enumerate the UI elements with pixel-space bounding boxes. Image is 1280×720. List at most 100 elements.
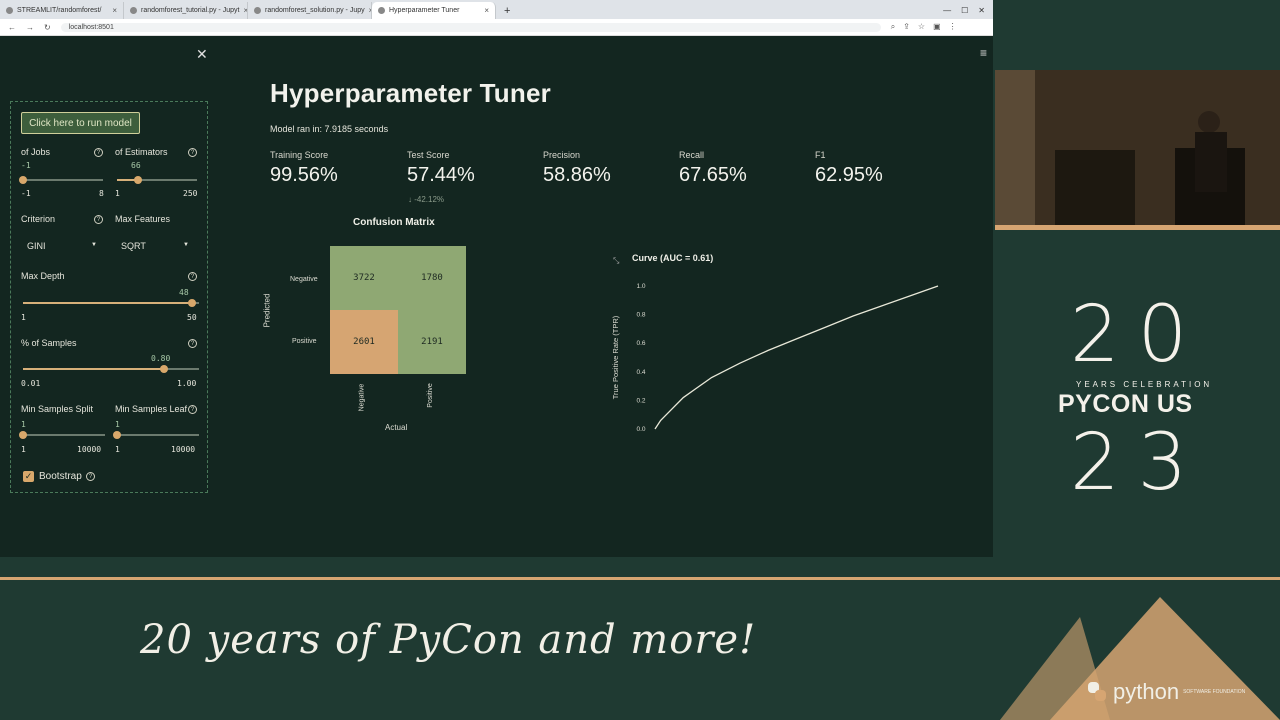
metric-precision: Precision 58.86% — [543, 150, 673, 187]
tab-label: randomforest_tutorial.py - Jupyt — [141, 7, 240, 14]
menu-dots-icon[interactable]: ⋮ — [949, 22, 957, 32]
min-samples-leaf-min: 1 — [115, 445, 120, 454]
chevron-down-icon: ▼ — [91, 242, 97, 248]
help-icon[interactable]: ? — [188, 272, 197, 281]
help-icon[interactable]: ? — [94, 215, 103, 224]
roc-series-line — [654, 285, 939, 430]
max-depth-slider[interactable] — [23, 299, 199, 307]
window-controls: — ☐ ✕ — [935, 2, 993, 19]
n-estimators-slider[interactable] — [117, 176, 197, 184]
slider-fill — [23, 368, 164, 370]
slider-thumb[interactable] — [159, 365, 168, 373]
cm-cell-pos-pos: 2191 — [398, 310, 466, 374]
roc-title: Curve (AUC = 0.61) — [632, 253, 713, 263]
n-jobs-max: 8 — [99, 189, 104, 198]
max-depth-label: Max Depth — [21, 271, 65, 281]
tagline: 20 years of PyCon and more! — [140, 617, 757, 663]
help-icon[interactable]: ? — [188, 339, 197, 348]
tab-tutorial[interactable]: randomforest_tutorial.py - Jupyt × — [124, 2, 248, 19]
n-jobs-value: -1 — [21, 161, 31, 170]
tab-label: randomforest_solution.py - Jupy — [265, 7, 365, 14]
check-icon: ✓ — [24, 471, 33, 481]
min-samples-split-max: 10000 — [77, 445, 102, 454]
run-model-button[interactable]: Click here to run model — [21, 112, 140, 134]
metric-label: Test Score — [407, 150, 450, 160]
browser-window: STREAMLIT/randomforest/ × randomforest_tu… — [0, 0, 993, 557]
slider-fill — [23, 302, 192, 304]
max-features-select[interactable]: SQRT ▼ — [121, 241, 189, 251]
tab-streamlit[interactable]: STREAMLIT/randomforest/ × — [0, 2, 124, 19]
close-window-icon[interactable]: ✕ — [978, 6, 985, 15]
minimize-icon[interactable]: — — [943, 6, 951, 15]
y-tick-label: 0.8 — [636, 312, 645, 319]
min-samples-leaf-slider[interactable] — [113, 431, 199, 439]
extensions-icon[interactable]: ▣ — [933, 22, 941, 32]
tab-close-icon[interactable]: × — [484, 6, 489, 15]
tab-label: Hyperparameter Tuner — [389, 7, 460, 14]
zoom-icon[interactable]: ⌕ — [891, 22, 895, 32]
cm-cell-neg-neg: 3722 — [330, 246, 398, 310]
metric-value: 99.56% — [270, 164, 338, 186]
help-icon[interactable]: ? — [86, 472, 95, 481]
help-icon[interactable]: ? — [94, 148, 103, 157]
min-samples-split-slider[interactable] — [19, 431, 105, 439]
cm-row-label: Positive — [292, 338, 317, 345]
forward-icon[interactable]: → — [26, 23, 34, 32]
streamlit-app: ✕ ≡ Click here to run model of Jobs ? -1… — [0, 36, 993, 557]
year-digits-top: 20 — [1070, 290, 1206, 380]
metric-value: 67.65% — [679, 164, 747, 186]
bootstrap-checkbox[interactable]: ✓ — [23, 471, 34, 482]
cm-col-label: Negative — [358, 383, 366, 412]
tab-close-icon[interactable]: × — [112, 6, 117, 15]
browser-actions: ⌕ ⇪ ☆ ▣ ⋮ — [891, 22, 957, 32]
star-icon[interactable]: ☆ — [918, 22, 925, 32]
max-features-label: Max Features — [115, 214, 171, 224]
criterion-select[interactable]: GINI ▼ — [27, 241, 97, 251]
n-estimators-min: 1 — [115, 189, 120, 198]
max-depth-min: 1 — [21, 313, 26, 322]
metric-f1: F1 62.95% — [815, 150, 945, 187]
maximize-icon[interactable]: ☐ — [961, 6, 968, 15]
cm-cell-pos-neg: 2601 — [330, 310, 398, 374]
years-celebration-text: YEARS CELEBRATION — [1076, 380, 1213, 389]
y-tick-label: 0.6 — [636, 340, 645, 347]
back-icon[interactable]: ← — [8, 23, 16, 32]
reload-icon[interactable]: ↻ — [44, 23, 51, 32]
new-tab-icon[interactable]: + — [496, 2, 518, 19]
tab-favicon-icon — [130, 7, 137, 14]
tab-favicon-icon — [254, 7, 261, 14]
confusion-matrix-title: Confusion Matrix — [353, 217, 435, 228]
n-jobs-slider[interactable] — [19, 176, 103, 184]
slider-thumb[interactable] — [133, 176, 142, 184]
max-depth-max: 50 — [187, 313, 197, 322]
slider-thumb[interactable] — [19, 431, 27, 439]
share-icon[interactable]: ⇪ — [903, 22, 910, 32]
n-estimators-max: 250 — [183, 189, 198, 198]
speaker-camera-feed — [995, 70, 1280, 230]
slider-thumb[interactable] — [187, 299, 196, 307]
y-tick-label: 0.0 — [636, 426, 645, 433]
help-icon[interactable]: ? — [188, 405, 197, 414]
roc-curve-chart: Curve (AUC = 0.61)⤡0.00.10.20.30.40.50.6… — [611, 253, 939, 433]
close-sidebar-icon[interactable]: ✕ — [196, 46, 208, 63]
slider-thumb[interactable] — [19, 176, 27, 184]
y-tick-label: 0.4 — [636, 369, 645, 376]
metric-test-score: Test Score 57.44% — [407, 150, 537, 187]
metric-label: Recall — [679, 150, 705, 160]
tab-hyperparameter-tuner[interactable]: Hyperparameter Tuner × — [372, 2, 496, 19]
year-digits-bottom: 23 — [1070, 418, 1206, 508]
tab-label: STREAMLIT/randomforest/ — [17, 7, 102, 14]
help-icon[interactable]: ? — [188, 148, 197, 157]
tab-solution[interactable]: randomforest_solution.py - Jupy× — [248, 2, 372, 19]
cm-ylabel: Predicted — [262, 293, 272, 328]
pct-samples-label: % of Samples — [21, 338, 77, 348]
bottom-banner: 20 years of PyCon and more! python SOFTW… — [0, 577, 1280, 720]
criterion-label: Criterion — [21, 214, 56, 224]
hamburger-menu-icon[interactable]: ≡ — [980, 46, 987, 60]
min-samples-leaf-value: 1 — [115, 420, 120, 429]
expand-icon: ⤡ — [613, 256, 620, 265]
pct-samples-slider[interactable] — [23, 365, 199, 373]
y-tick-label: 1.0 — [636, 283, 645, 290]
url-field[interactable]: localhost:8501 — [60, 22, 881, 32]
slider-thumb[interactable] — [113, 431, 121, 439]
